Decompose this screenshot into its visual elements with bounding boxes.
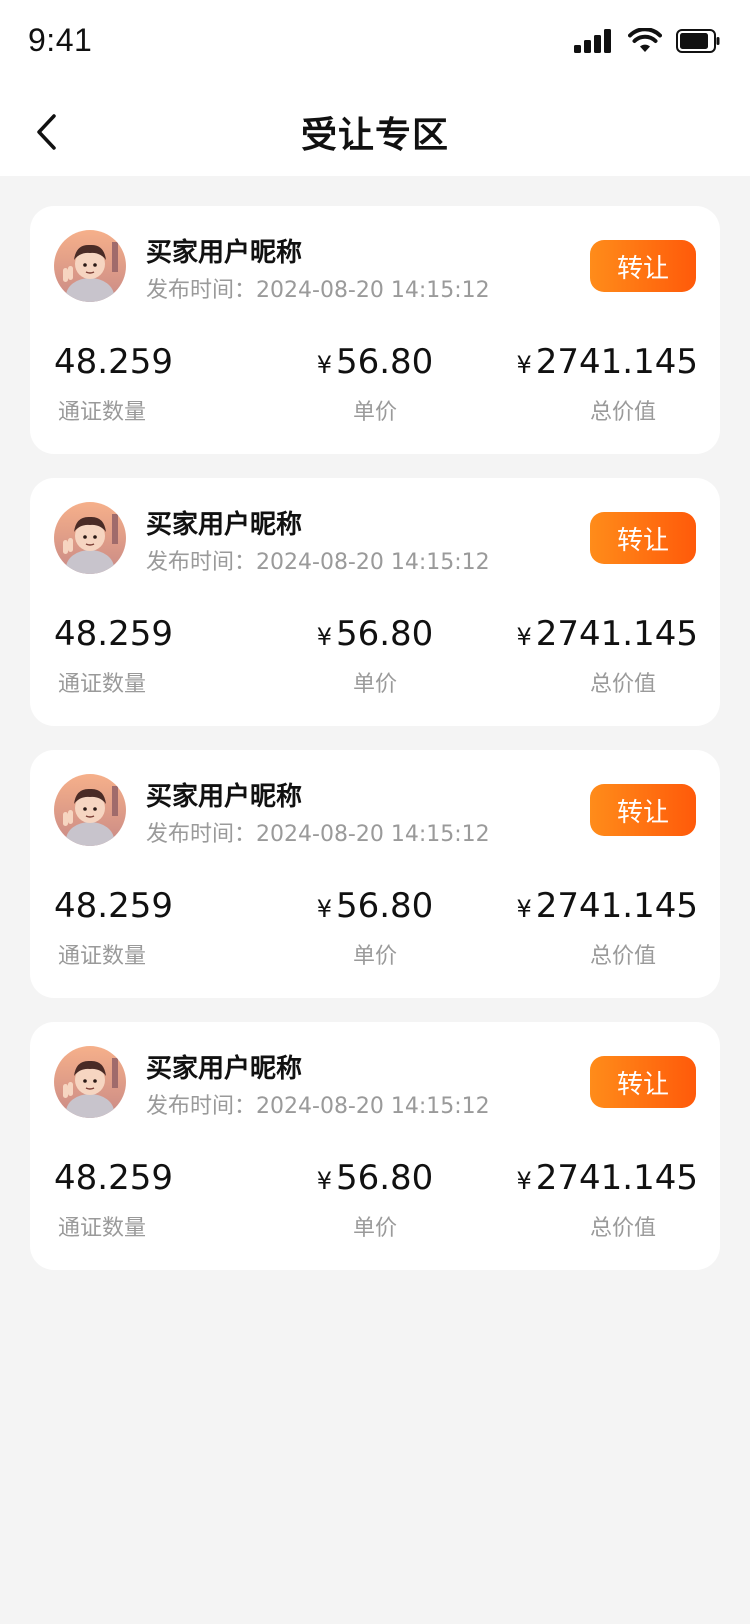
user-name: 买家用户昵称 [146, 782, 303, 812]
listing-card: 买家用户昵称 发布时间：2024-08-20 14:15:12 转让 48.25… [30, 750, 720, 998]
wifi-icon [628, 28, 662, 52]
total-value-stat: ¥2741.145 总价值 [516, 342, 698, 426]
nav-bar: 受让专区 [0, 88, 750, 176]
total-value-label: 总价值 [589, 1216, 656, 1241]
publish-time: 发布时间：2024-08-20 14:15:12 [146, 1094, 490, 1119]
total-value: ¥2741.145 [516, 886, 698, 926]
total-value-stat: ¥2741.145 总价值 [516, 1158, 698, 1242]
listing-list: 买家用户昵称 发布时间：2024-08-20 14:15:12 转让 48.25… [0, 176, 750, 1270]
currency-symbol: ¥ [516, 623, 532, 651]
listing-card: 买家用户昵称 发布时间：2024-08-20 14:15:12 转让 48.25… [30, 478, 720, 726]
stats-row: 48.259 通证数量 ¥56.80 单价 ¥2741.145 总价值 [30, 614, 720, 704]
currency-symbol: ¥ [316, 623, 332, 651]
avatar [54, 502, 126, 574]
avatar [54, 230, 126, 302]
user-name: 买家用户昵称 [146, 238, 303, 268]
currency-symbol: ¥ [316, 351, 332, 379]
transfer-button[interactable]: 转让 [590, 512, 696, 564]
publish-time: 发布时间：2024-08-20 14:15:12 [146, 550, 490, 575]
currency-symbol: ¥ [516, 1167, 532, 1195]
listing-card: 买家用户昵称 发布时间：2024-08-20 14:15:12 转让 48.25… [30, 206, 720, 454]
currency-symbol: ¥ [516, 351, 532, 379]
total-value: ¥2741.145 [516, 614, 698, 654]
avatar [54, 1046, 126, 1118]
page-title: 受让专区 [300, 115, 449, 156]
status-time: 9:41 [28, 22, 93, 58]
total-value-label: 总价值 [589, 400, 656, 425]
publish-time: 发布时间：2024-08-20 14:15:12 [146, 822, 490, 847]
status-icons [574, 28, 720, 54]
stats-row: 48.259 通证数量 ¥56.80 单价 ¥2741.145 总价值 [30, 342, 720, 432]
currency-symbol: ¥ [316, 895, 332, 923]
transfer-button[interactable]: 转让 [590, 240, 696, 292]
currency-symbol: ¥ [316, 1167, 332, 1195]
stats-row: 48.259 通证数量 ¥56.80 单价 ¥2741.145 总价值 [30, 1158, 720, 1248]
header: 9:41 受让专区 [0, 0, 750, 176]
total-value-label: 总价值 [589, 672, 656, 697]
currency-symbol: ¥ [516, 895, 532, 923]
total-value-label: 总价值 [589, 944, 656, 969]
signal-icon [574, 29, 611, 53]
battery-icon [676, 29, 720, 53]
user-name: 买家用户昵称 [146, 1054, 303, 1084]
total-value: ¥2741.145 [516, 342, 698, 382]
total-value-stat: ¥2741.145 总价值 [516, 614, 698, 698]
publish-time: 发布时间：2024-08-20 14:15:12 [146, 278, 490, 303]
listing-card: 买家用户昵称 发布时间：2024-08-20 14:15:12 转让 48.25… [30, 1022, 720, 1270]
user-name: 买家用户昵称 [146, 510, 303, 540]
total-value: ¥2741.145 [516, 1158, 698, 1198]
transfer-button[interactable]: 转让 [590, 784, 696, 836]
avatar [54, 774, 126, 846]
status-bar: 9:41 [0, 0, 750, 88]
transfer-button[interactable]: 转让 [590, 1056, 696, 1108]
total-value-stat: ¥2741.145 总价值 [516, 886, 698, 970]
stats-row: 48.259 通证数量 ¥56.80 单价 ¥2741.145 总价值 [30, 886, 720, 976]
